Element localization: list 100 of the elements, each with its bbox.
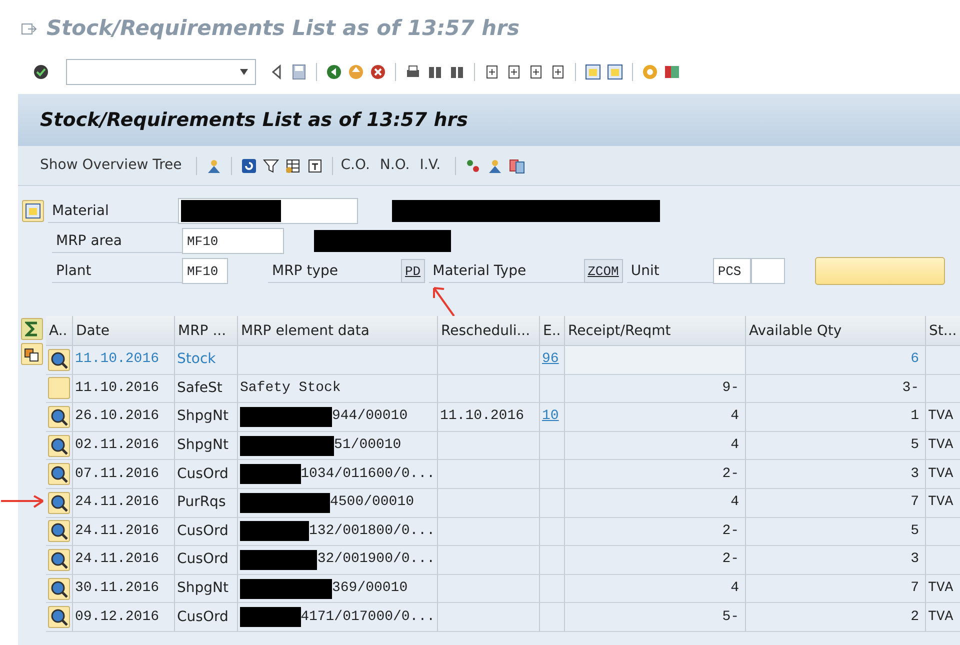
material-field[interactable]	[178, 198, 358, 224]
save-icon[interactable]	[291, 64, 307, 80]
column-header: A..	[46, 316, 73, 346]
toolbar-button[interactable]: Show Overview Tree	[38, 155, 190, 176]
binoculars-icon[interactable]	[427, 64, 443, 80]
page-icon[interactable]	[484, 64, 500, 80]
table-cell: TVA	[926, 574, 960, 604]
annotation-arrow	[0, 494, 46, 510]
table-cell: Stock	[175, 346, 238, 375]
document-icon[interactable]	[306, 158, 323, 174]
table-cell-text: 4171/017000/0...	[300, 608, 435, 627]
palette-icon[interactable]	[664, 64, 680, 80]
magnifier-icon	[50, 608, 68, 626]
mrp-area-field[interactable]: MF10	[182, 228, 284, 254]
table-cell	[540, 488, 565, 518]
page-icon[interactable]	[506, 64, 522, 80]
table-cell-text: 32/001900/0...	[317, 550, 435, 570]
table-cell-text: 51/00010	[334, 436, 402, 456]
window-icon	[25, 203, 41, 219]
table-cell: TVA	[926, 403, 960, 432]
table-cell: 3-	[746, 374, 926, 404]
cancel-icon[interactable]	[370, 64, 386, 80]
layout-button[interactable]	[21, 343, 43, 366]
magnifier-icon	[50, 408, 68, 426]
details-button[interactable]	[48, 434, 70, 457]
sum-button[interactable]	[21, 318, 43, 340]
table-cell: 24.11.2016	[73, 488, 175, 518]
toolbar-button[interactable]: I.V.	[418, 155, 449, 176]
table-cell: PurRqs	[175, 488, 238, 518]
table-cell: CusOrd	[175, 518, 238, 546]
exception-link[interactable]: 96	[542, 349, 559, 370]
table-cell: 5	[746, 518, 926, 546]
details-button[interactable]	[48, 520, 70, 542]
refresh-icon[interactable]	[240, 158, 257, 174]
table-cell: TVA	[926, 432, 960, 460]
details-button[interactable]	[48, 578, 70, 600]
table-cell: 02.11.2016	[73, 432, 175, 460]
tree-button[interactable]	[22, 200, 44, 222]
table-cell: ShpgNt	[175, 574, 238, 604]
plant-field[interactable]: MF10	[182, 258, 228, 284]
table-cell-text: 369/00010	[332, 579, 408, 598]
windows-icon[interactable]	[508, 158, 525, 174]
column-header: MRP ...	[175, 316, 238, 346]
toolbar-button[interactable]: N.O.	[378, 155, 418, 176]
windows-icon	[24, 346, 40, 362]
magnifier-icon	[50, 522, 68, 540]
table-cell: 3	[746, 460, 926, 489]
caret-icon[interactable]	[239, 69, 249, 75]
page-icon[interactable]	[528, 64, 544, 80]
table-cell: 4	[565, 432, 746, 460]
magnifier-icon	[50, 465, 68, 484]
magnifier-icon	[50, 350, 68, 369]
input-field[interactable]	[750, 258, 785, 284]
person-icon[interactable]	[486, 158, 503, 174]
details-button[interactable]	[48, 606, 70, 628]
table-cell: 11.10.2016	[73, 346, 175, 375]
window-icon[interactable]	[607, 64, 623, 80]
details-button[interactable]	[48, 348, 70, 371]
table-cell-text: 1034/011600/0...	[300, 464, 435, 484]
dots-icon[interactable]	[464, 158, 481, 174]
exception-link[interactable]: 10	[542, 406, 559, 428]
table-cell: 1	[746, 403, 926, 432]
magnifier-icon	[50, 436, 68, 455]
binoculars-icon[interactable]	[449, 64, 465, 80]
table-cell: TVA	[926, 488, 960, 518]
table-cell: 4	[565, 403, 746, 432]
details-button[interactable]	[48, 463, 70, 486]
table-cell: 9-	[565, 374, 746, 404]
table-cell: 07.11.2016	[73, 460, 175, 489]
table-cell: ShpgNt	[175, 432, 238, 460]
table-cell-text: 4500/00010	[330, 493, 414, 512]
table-cell: 24.11.2016	[73, 518, 175, 546]
window-icon[interactable]	[585, 64, 601, 80]
table-cell	[540, 603, 565, 632]
table-cell	[540, 460, 565, 489]
check-icon[interactable]	[33, 64, 49, 80]
column-header: E..	[540, 316, 565, 346]
details-button[interactable]	[48, 548, 70, 571]
column-header: St...	[926, 316, 960, 346]
column-header: Available Qty	[746, 316, 926, 346]
unit-field[interactable]: PCS	[712, 258, 751, 284]
table-cell: 7	[746, 574, 926, 604]
table-cell: Safety Stock	[238, 374, 438, 404]
column-header: MRP element data	[238, 316, 438, 346]
table-cell: 5-	[565, 603, 746, 632]
details-button[interactable]	[48, 492, 70, 514]
grid-icon[interactable]	[284, 158, 301, 174]
table-cell: 24.11.2016	[73, 546, 175, 575]
printer-icon[interactable]	[405, 64, 421, 80]
filter-icon[interactable]	[262, 158, 279, 174]
toolbar-button[interactable]: C.O.	[338, 155, 378, 176]
mrp-type-value: PD	[401, 259, 425, 283]
magnifier-icon	[50, 550, 68, 569]
table-cell	[540, 574, 565, 604]
page-icon[interactable]	[550, 64, 566, 80]
table-cell	[540, 546, 565, 575]
person-icon[interactable]	[206, 158, 222, 174]
details-button[interactable]	[48, 406, 70, 428]
command-field[interactable]	[66, 59, 256, 85]
column-header: Receipt/Reqmt	[565, 316, 746, 346]
